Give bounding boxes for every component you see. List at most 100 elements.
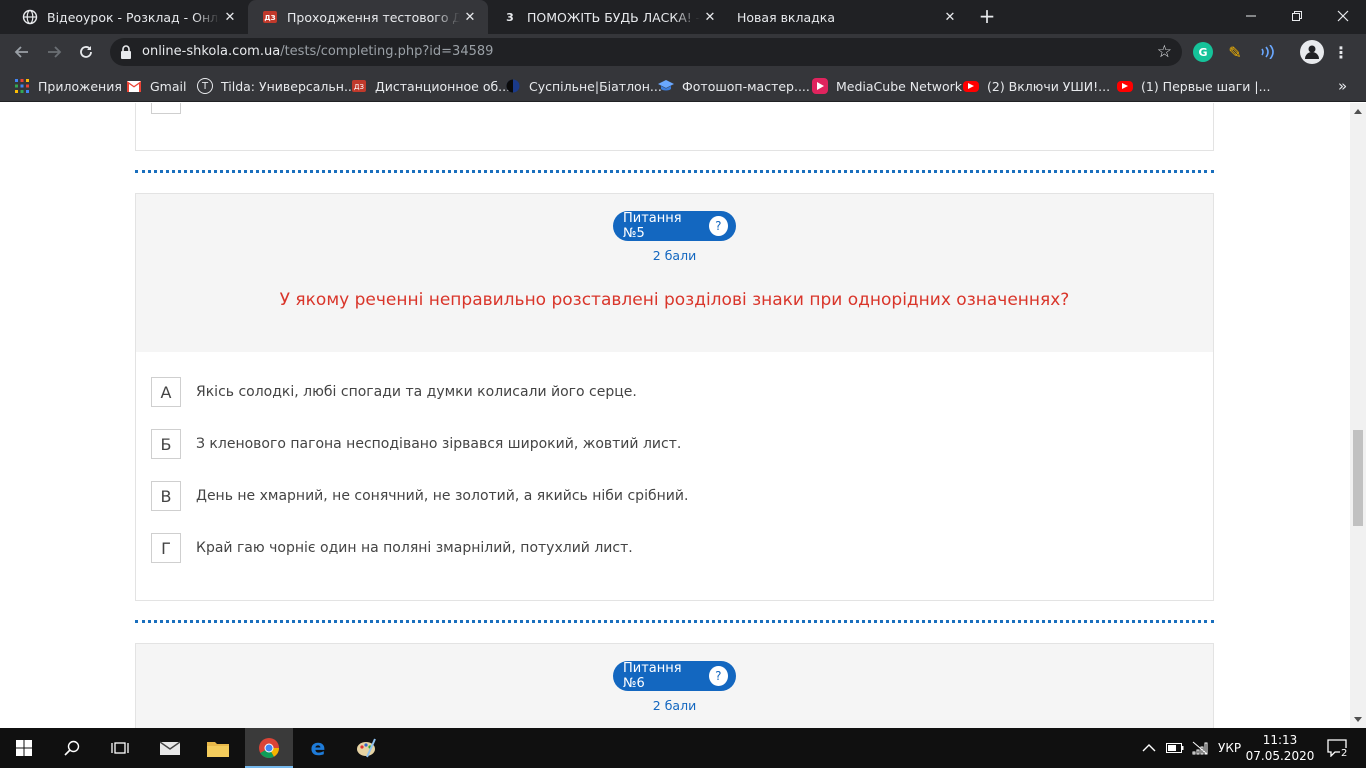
question-card-5: Питання №5 ? 2 бали У якому реченні непр… [135, 193, 1214, 601]
answer-letter-box[interactable]: Г [151, 533, 181, 563]
bookmark-label: Tilda: Универсальн... [221, 78, 356, 94]
znanija-icon: 3 [506, 10, 514, 24]
network-icon[interactable] [1192, 728, 1208, 768]
back-arrow-icon[interactable] [9, 39, 35, 65]
answer-option-v[interactable]: В День не хмарний, не сонячний, не золот… [151, 481, 688, 511]
answer-letter-box[interactable]: Б [151, 429, 181, 459]
bookmark-label: (2) Включи УШИ!... [987, 78, 1111, 94]
close-window-icon[interactable] [1320, 0, 1366, 32]
answer-text: З кленового пагона несподівано зірвався … [196, 436, 682, 452]
scroll-up-arrow-icon[interactable] [1354, 109, 1362, 114]
audio-extension-icon[interactable] [1257, 42, 1277, 62]
youtube-icon [1117, 80, 1133, 92]
browser-tab-strip: Відеоурок - Розклад - Онлайн-Ш ✕ ДЗ Прох… [0, 0, 1366, 34]
bookmark-youtube-2[interactable]: (1) Первые шаги |... [1117, 70, 1271, 102]
bookmark-distance-learning[interactable]: ДЗ Дистанционное об... [351, 70, 510, 102]
menu-kebab-icon[interactable]: ⋮ [1331, 42, 1351, 62]
answer-option-b[interactable]: Б З кленового пагона несподівано зірвавс… [151, 429, 681, 459]
bookmarks-overflow-button[interactable]: » [1338, 70, 1347, 102]
clock-date: 07.05.2020 [1245, 749, 1315, 763]
question-points: 2 бали [652, 248, 697, 263]
bookmark-label: MediaCube Network [836, 78, 962, 94]
language-indicator[interactable]: УКР [1218, 728, 1241, 768]
suspilne-icon [505, 78, 521, 94]
show-hidden-icons-chevron[interactable] [1142, 728, 1156, 768]
svg-text:e: e [311, 737, 326, 759]
url-text: online-shkola.com.ua/tests/completing.ph… [142, 44, 493, 59]
minimize-icon[interactable] [1228, 0, 1274, 32]
windows-start-icon[interactable] [0, 728, 48, 768]
bookmark-apps[interactable]: Приложения [14, 70, 122, 102]
tab-test-homework[interactable]: ДЗ Проходження тестового ДЗ - Он ✕ [248, 0, 488, 34]
svg-text:ДЗ: ДЗ [354, 83, 364, 91]
grammarly-icon[interactable]: G [1193, 42, 1213, 62]
answer-option-a[interactable]: А Якісь солодкі, любі спогади та думки к… [151, 377, 637, 407]
battery-icon[interactable] [1166, 728, 1184, 768]
forward-arrow-icon[interactable] [41, 39, 67, 65]
file-explorer-icon[interactable] [194, 728, 242, 768]
task-view-icon[interactable] [96, 728, 144, 768]
clock-time: 11:13 [1262, 733, 1298, 747]
address-bar[interactable]: online-shkola.com.ua/tests/completing.ph… [110, 38, 1182, 66]
bookmark-label: Gmail [150, 78, 187, 94]
svg-text:ДЗ: ДЗ [264, 14, 275, 22]
question-header: Питання №5 ? 2 бали У якому реченні непр… [136, 194, 1213, 352]
previous-question-card [135, 103, 1214, 151]
bookmark-label: Приложения [38, 78, 122, 94]
search-icon[interactable] [48, 728, 96, 768]
tab-znanija[interactable]: 3 ПОМОЖІТЬ БУДЬ ЛАСКА! - Шко ✕ [488, 0, 728, 34]
bookmark-tilda[interactable]: T Tilda: Универсальн... [197, 70, 356, 102]
reload-icon[interactable] [73, 39, 99, 65]
apps-grid-icon [14, 78, 30, 94]
question-text: У якому реченні неправильно розставлені … [279, 290, 1070, 310]
answer-letter-box[interactable]: А [151, 377, 181, 407]
scroll-down-arrow-icon[interactable] [1354, 717, 1362, 722]
mediacube-icon [812, 78, 828, 94]
bookmark-mediacube[interactable]: MediaCube Network [812, 70, 962, 102]
answer-letter-box[interactable]: В [151, 481, 181, 511]
bookmark-youtube-1[interactable]: (2) Включи УШИ!... [963, 70, 1110, 102]
answer-option-h[interactable]: Г Край гаю чорніє один на поляні змарніл… [151, 533, 633, 563]
question-separator [135, 620, 1214, 623]
tab-title: ПОМОЖІТЬ БУДЬ ЛАСКА! - Шко [527, 9, 700, 25]
mail-app-icon[interactable] [146, 728, 194, 768]
help-icon[interactable]: ? [708, 216, 728, 236]
browser-toolbar: online-shkola.com.ua/tests/completing.ph… [0, 34, 1366, 70]
test-icon: ДЗ [351, 78, 367, 94]
paint-app-icon[interactable] [342, 728, 390, 768]
question-number-label: Питання №6 [623, 661, 682, 691]
new-tab-plus-icon[interactable]: + [976, 6, 998, 28]
answer-letter-box-partial[interactable] [151, 103, 181, 114]
page-content: Питання №5 ? 2 бали У якому реченні непр… [0, 103, 1350, 728]
scrollbar-thumb[interactable] [1353, 430, 1363, 526]
tab-new[interactable]: Новая вкладка ✕ [728, 0, 968, 34]
restore-icon[interactable] [1274, 0, 1320, 32]
close-tab-icon[interactable]: ✕ [940, 7, 960, 27]
answer-text: День не хмарний, не сонячний, не золотий… [196, 488, 689, 504]
tab-title: Відеоурок - Розклад - Онлайн-Ш [47, 9, 220, 25]
carrot-extension-icon[interactable]: ✎ [1225, 42, 1245, 62]
close-tab-icon[interactable]: ✕ [220, 7, 240, 27]
bookmark-suspilne[interactable]: Суспільне|Біатлон... [505, 70, 662, 102]
close-tab-icon[interactable]: ✕ [700, 7, 720, 27]
page-scrollbar[interactable] [1350, 103, 1366, 728]
photoshop-icon [658, 78, 674, 94]
profile-avatar[interactable] [1300, 40, 1324, 64]
bookmark-photoshop[interactable]: Фотошоп-мастер.... [658, 70, 810, 102]
tab-videourok[interactable]: Відеоурок - Розклад - Онлайн-Ш ✕ [8, 0, 248, 34]
notifications-icon[interactable]: 2 [1322, 728, 1352, 768]
question-points: 2 бали [652, 698, 697, 713]
answer-text: Якісь солодкі, любі спогади та думки кол… [196, 384, 637, 400]
tab-title: Новая вкладка [737, 9, 835, 25]
bookmark-gmail[interactable]: Gmail [126, 70, 186, 102]
help-icon[interactable]: ? [708, 666, 728, 686]
clock[interactable]: 11:13 07.05.2020 [1246, 728, 1315, 768]
bookmark-star-icon[interactable]: ☆ [1157, 42, 1172, 62]
edge-icon[interactable]: e [294, 728, 342, 768]
close-tab-icon[interactable]: ✕ [460, 7, 480, 27]
globe-icon [22, 9, 38, 25]
bookmark-label: Суспільне|Біатлон... [529, 78, 662, 94]
tab-title: Проходження тестового ДЗ - Он [287, 9, 460, 25]
chrome-taskbar-icon[interactable] [245, 728, 293, 768]
question-number-badge: Питання №6 ? [613, 661, 736, 691]
